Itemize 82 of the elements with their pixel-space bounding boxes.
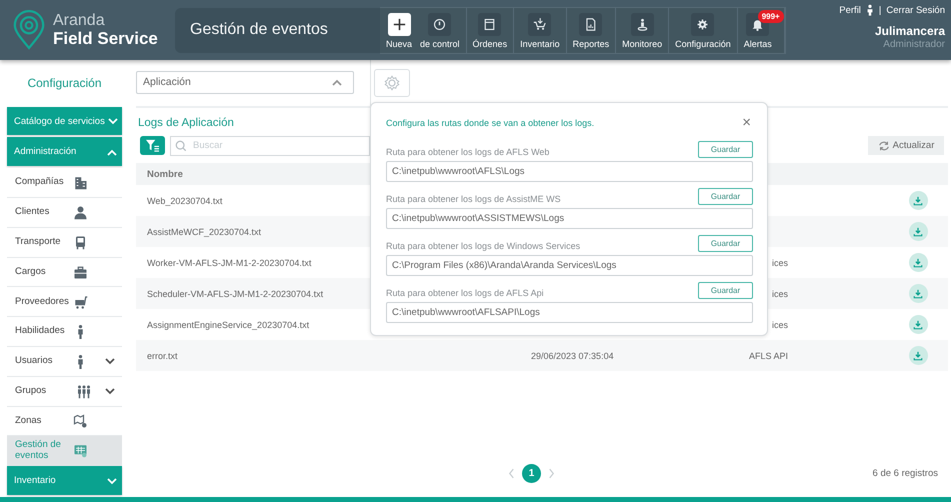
search-field[interactable]: Buscar <box>170 136 370 156</box>
nav-button[interactable]: Reportes <box>566 8 616 52</box>
table-cell: AFLS API <box>748 350 788 360</box>
person-icon <box>73 204 88 220</box>
download-button[interactable] <box>908 253 928 272</box>
chevron-icon <box>106 148 118 156</box>
download-icon <box>913 350 923 360</box>
nav-button[interactable]: Monitoreo <box>616 8 670 52</box>
download-button[interactable] <box>908 284 928 303</box>
field-label: Ruta para obtener los logs de Windows Services <box>386 241 580 252</box>
logout-link[interactable]: Cerrar Sesión <box>886 4 945 16</box>
sidebar-heading: Configuración <box>26 75 103 92</box>
notification-badge: 999+ <box>758 10 784 22</box>
refresh-button[interactable]: Actualizar <box>868 136 944 155</box>
field-label: Ruta para obtener los logs de AssistME WS <box>386 194 561 205</box>
page-title: Gestión de eventos <box>175 8 380 52</box>
save-button[interactable]: Guardar <box>698 188 753 205</box>
path-field[interactable]: C:\inetpub\wwwroot\AFLSAPI\Logs <box>386 302 753 323</box>
table-cell: Scheduler-VM-AFLS-JM-M1-2-20230704.txt <box>147 288 324 298</box>
table-cell: 29/06/2023 07:35:04 <box>531 350 614 360</box>
nav-button[interactable]: Configuración <box>669 8 738 52</box>
nav-button[interactable]: Inventario <box>514 8 567 52</box>
briefcase-icon <box>73 264 88 280</box>
refresh-icon <box>878 140 890 152</box>
save-button[interactable]: Guardar <box>698 235 753 252</box>
user-role: Administrador <box>883 39 945 50</box>
download-icon <box>913 288 923 298</box>
table-cell: Web_20230704.txt <box>147 196 222 206</box>
nav-button[interactable]: Alertas 999+ <box>738 8 785 52</box>
panel-title: Logs de Aplicación <box>138 117 234 129</box>
person-icon <box>866 4 874 16</box>
path-field[interactable]: C:\inetpub\wwwroot\ASSISTMEWS\Logs <box>386 208 753 229</box>
profile-link[interactable]: Perfil <box>839 4 861 16</box>
calendar-icon <box>73 443 88 458</box>
nav-button[interactable]: Órdenes <box>466 8 514 52</box>
save-button[interactable]: Guardar <box>698 141 753 158</box>
cart-icon <box>73 294 88 310</box>
field-label: Ruta para obtener los logs de AFLS Web <box>386 147 550 158</box>
table-cell: ices <box>772 258 788 268</box>
table-cell: Worker-VM-AFLS-JM-M1-2-20230704.txt <box>147 258 312 268</box>
path-field[interactable]: C:\inetpub\wwwroot\AFLS\Logs <box>386 161 753 182</box>
table-cell: AssignmentEngineService_20230704.txt <box>147 320 310 330</box>
brand-name: Aranda <box>53 13 106 29</box>
download-icon <box>913 196 923 206</box>
previous-icon <box>508 468 515 479</box>
download-icon <box>913 320 923 330</box>
chevron-icon <box>106 476 118 485</box>
field-label: Ruta para obtener los logs de AFLS Api <box>386 288 544 299</box>
search-icon <box>175 140 187 152</box>
table-cell: ices <box>772 320 788 330</box>
popover-intro: Configura las rutas donde se van a obtener los logs. <box>386 118 594 128</box>
chevron-icon <box>106 117 119 126</box>
nav-button[interactable]: Nueva <box>380 8 414 52</box>
table-cell: ices <box>772 288 788 298</box>
download-button[interactable] <box>908 315 928 334</box>
path-field[interactable]: C:\Program Files (x86)\Aranda\Aranda Services\Logs <box>386 255 753 276</box>
download-button[interactable] <box>908 222 928 241</box>
next-icon <box>548 468 555 479</box>
bus-icon <box>73 234 88 250</box>
user-name: Julimancera <box>874 24 945 38</box>
filter-button[interactable] <box>140 136 165 155</box>
download-button[interactable] <box>908 346 928 365</box>
building-icon <box>73 175 88 190</box>
cart-icon <box>531 16 548 32</box>
nav-button[interactable]: de control <box>414 8 467 52</box>
product-name: Field Service <box>53 30 158 47</box>
settings-button[interactable] <box>374 69 410 97</box>
download-button[interactable] <box>908 191 928 210</box>
table-cell: error.txt <box>147 350 178 360</box>
download-icon <box>913 258 923 268</box>
pin-logo-icon <box>12 10 46 50</box>
column-header: Nombre <box>147 168 183 180</box>
map-icon <box>73 414 88 429</box>
filter-icon <box>145 139 160 152</box>
separator-text: | <box>878 4 882 16</box>
record-count: 6 de 6 registros <box>872 468 938 479</box>
save-button[interactable]: Guardar <box>698 282 753 299</box>
source-dropdown[interactable]: Aplicación <box>136 70 354 94</box>
download-icon <box>913 226 923 236</box>
close-button[interactable]: × <box>740 115 753 130</box>
table-cell: AssistMeWCF_20230704.txt <box>147 226 262 236</box>
gear-icon <box>383 74 401 92</box>
